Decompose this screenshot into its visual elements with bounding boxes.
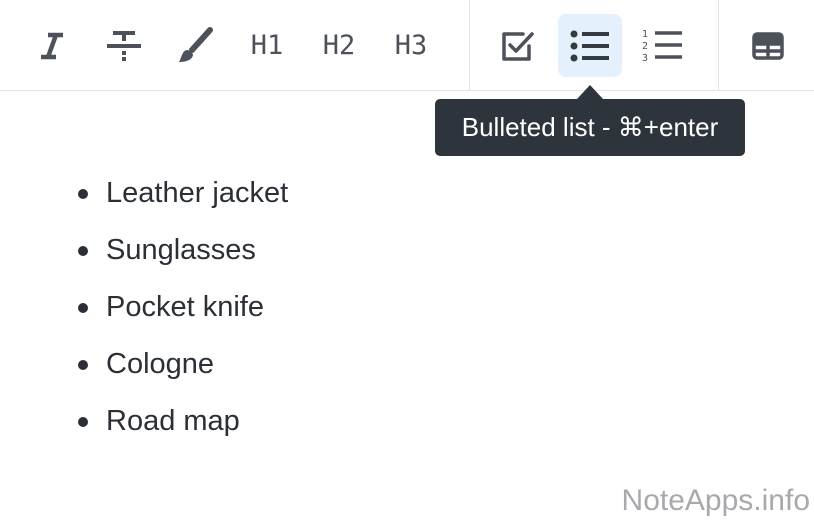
highlight-button[interactable] [163,14,227,77]
heading-2-button[interactable]: H2 [307,14,371,77]
bulleted-list-icon [570,29,610,63]
heading-1-label: H1 [250,30,284,61]
checkbox-icon [501,29,535,63]
heading-3-label: H3 [394,30,428,61]
list-item-text: Leather jacket [106,177,289,209]
checklist-button[interactable] [486,14,550,77]
heading-2-label: H2 [322,30,356,61]
numbered-list-icon: 1 2 3 [641,28,683,64]
list-item-text: Sunglasses [106,234,256,266]
numbered-list-button[interactable]: 1 2 3 [630,14,694,77]
list-item[interactable]: Cologne [78,336,288,393]
watermark: NoteApps.info [621,484,810,517]
svg-text:2: 2 [642,41,648,52]
list-item-text: Pocket knife [106,291,264,323]
bulleted-list[interactable]: Leather jacket Sunglasses Pocket knife C… [78,165,288,450]
tooltip-arrow [577,85,603,99]
paintbrush-icon [176,26,214,65]
italic-icon [37,31,67,61]
list-item[interactable]: Pocket knife [78,279,288,336]
italic-button[interactable] [20,14,84,77]
svg-text:3: 3 [642,53,648,64]
bullet-dot [78,360,88,370]
list-item-text: Road map [106,405,240,437]
bullet-dot [78,189,88,199]
strikethrough-button[interactable] [92,14,156,77]
bulleted-list-tooltip: Bulleted list - ⌘+enter [435,99,745,156]
formatting-toolbar: H1 H2 H3 1 2 3 [0,0,814,91]
table-icon [752,31,784,60]
bullet-dot [78,303,88,313]
svg-text:1: 1 [642,29,648,40]
bullet-dot [78,417,88,427]
toolbar-divider [469,0,470,90]
toolbar-divider [718,0,719,90]
list-item[interactable]: Leather jacket [78,165,288,222]
heading-1-button[interactable]: H1 [235,14,299,77]
bulleted-list-button[interactable] [558,14,622,77]
list-item[interactable]: Road map [78,393,288,450]
bullet-dot [78,246,88,256]
list-item[interactable]: Sunglasses [78,222,288,279]
strikethrough-icon [106,30,142,62]
table-button[interactable] [736,14,800,77]
list-item-text: Cologne [106,348,215,380]
heading-3-button[interactable]: H3 [379,14,443,77]
